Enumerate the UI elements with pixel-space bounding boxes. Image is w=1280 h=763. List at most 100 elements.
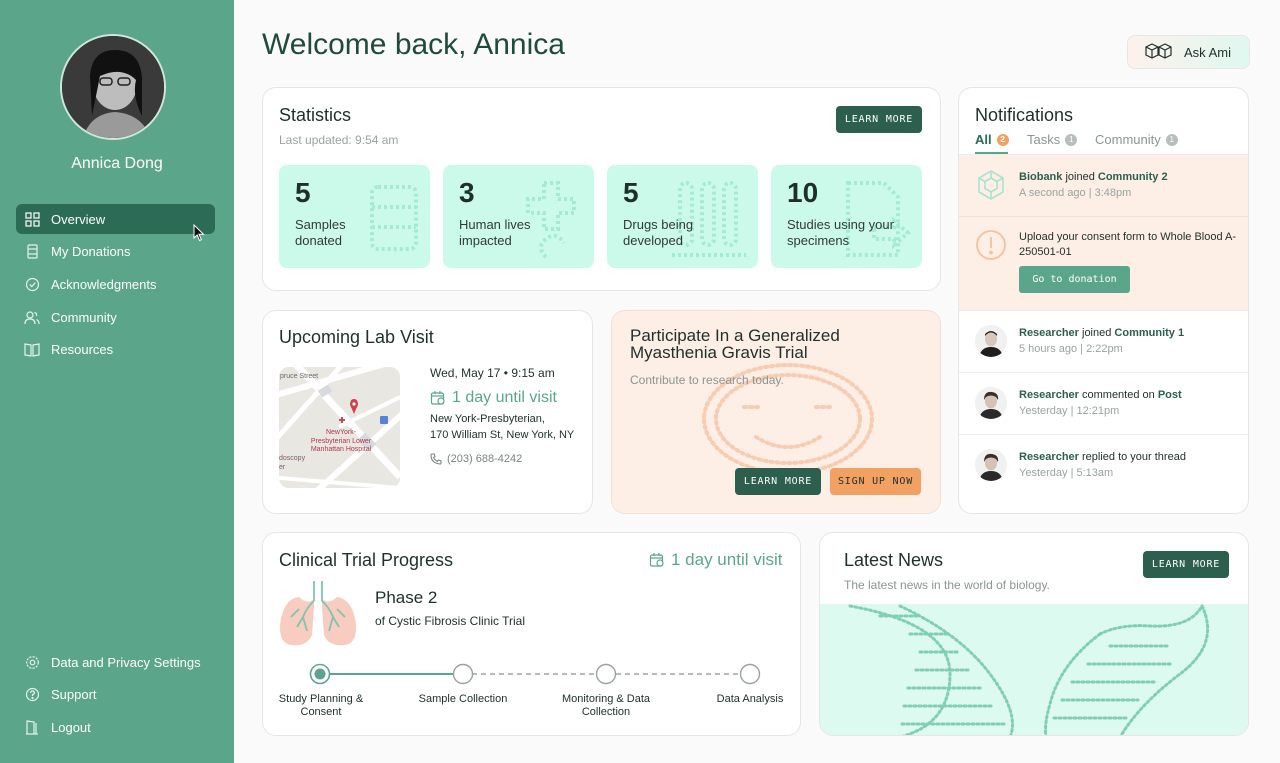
go-to-donation-button[interactable]: Go to donation xyxy=(1019,266,1130,293)
ask-ami-label: Ask Ami xyxy=(1184,44,1231,60)
tab-community[interactable]: Community 1 xyxy=(1095,132,1178,147)
gear-icon xyxy=(24,654,40,670)
statistics-learn-more-button[interactable]: LEARN MORE xyxy=(836,106,922,133)
statistics-updated: Last updated: 9:54 am xyxy=(279,133,399,147)
tab-count: 2 xyxy=(996,133,1009,146)
ask-ami-button[interactable]: Ask Ami xyxy=(1127,35,1250,69)
book-icon xyxy=(24,342,40,358)
notification-text: Upload your consent form to Whole Blood … xyxy=(1019,231,1237,258)
step-label: Study Planning & Consent xyxy=(278,693,364,718)
visit-countdown-text: 1 day until visit xyxy=(452,389,557,406)
nav-item-my-donations[interactable]: My Donations xyxy=(16,237,215,267)
lab-visit-title: Upcoming Lab Visit xyxy=(279,327,434,347)
nav-label: My Donations xyxy=(51,244,131,260)
notification-item[interactable]: Biobank joined Community 2 A second ago … xyxy=(959,154,1248,216)
step-marker-current[interactable] xyxy=(309,663,331,685)
bottom-nav: Data and Privacy Settings Support Logout xyxy=(16,647,215,745)
page-title: Welcome back, Annica xyxy=(262,28,565,61)
tab-tasks[interactable]: Tasks 1 xyxy=(1027,132,1078,147)
step-label: Data Analysis xyxy=(716,693,784,705)
clinical-trial-card: Clinical Trial Progress 1 day until visi… xyxy=(262,532,801,736)
trial-promo-card: Participate In a Generalized Myasthenia … xyxy=(611,310,941,514)
tab-all[interactable]: All 2 xyxy=(975,132,1009,147)
nav-item-acknowledgments[interactable]: Acknowledgments xyxy=(16,269,215,299)
nav-item-data-privacy[interactable]: Data and Privacy Settings xyxy=(16,647,215,677)
nav-label: Data and Privacy Settings xyxy=(51,654,201,670)
notification-item[interactable]: Researcher commented on Post Yesterday |… xyxy=(959,372,1248,434)
nav-item-support[interactable]: Support xyxy=(16,680,215,710)
help-icon xyxy=(24,687,40,703)
alert-icon xyxy=(975,229,1007,266)
map-street-label: pruce Street xyxy=(280,373,319,380)
trial-promo-subtitle: Contribute to research today. xyxy=(630,373,784,387)
visit-location-name: New York-Presbyterian, xyxy=(430,413,545,425)
lab-location-map[interactable]: pruce Street NewYork-Presbyterian Lower … xyxy=(279,367,400,488)
user-avatar[interactable] xyxy=(60,34,166,140)
stat-card-lives: 3 Human lives impacted xyxy=(443,165,594,268)
nav-item-overview[interactable]: Overview xyxy=(16,204,215,234)
stat-label: Human lives impacted xyxy=(459,217,531,248)
nav-item-community[interactable]: Community xyxy=(16,302,215,332)
news-banner[interactable] xyxy=(820,604,1248,735)
clinical-trial-title: Clinical Trial Progress xyxy=(279,550,454,570)
latest-news-card: Latest News The latest news in the world… xyxy=(819,532,1249,736)
visit-countdown: 1 day until visit xyxy=(430,389,557,407)
stat-card-drugs: 5 Drugs being developed xyxy=(607,165,758,268)
step-label: Sample Collection xyxy=(418,693,508,705)
tab-count: 1 xyxy=(1065,133,1078,146)
notification-text: Researcher commented on Post xyxy=(1019,389,1182,401)
trial-progress-track xyxy=(320,673,750,675)
users-icon xyxy=(24,309,40,325)
notification-item[interactable]: Researcher joined Community 1 5 hours ag… xyxy=(959,310,1248,372)
nav-item-logout[interactable]: Logout xyxy=(16,712,215,742)
phone-icon xyxy=(430,453,442,465)
nav-item-resources[interactable]: Resources xyxy=(16,335,215,365)
map-poi-label: doscopy er xyxy=(279,455,306,471)
map-hospital-label: NewYork-Presbyterian Lower Manhattan Hos… xyxy=(310,429,372,453)
lab-visit-card: Upcoming Lab Visit pruce Street NewYork-… xyxy=(262,310,593,514)
notification-item[interactable]: Researcher replied to your thread Yester… xyxy=(959,434,1248,496)
trial-learn-more-button[interactable]: LEARN MORE xyxy=(735,468,821,495)
step-marker[interactable] xyxy=(739,663,761,685)
notification-time: Yesterday | 12:21pm xyxy=(1019,405,1120,417)
visit-phone-text[interactable]: (203) 688-4242 xyxy=(447,453,522,465)
trial-promo-title: Participate In a Generalized Myasthenia … xyxy=(630,326,840,362)
researcher-avatar xyxy=(975,387,1007,419)
stat-card-samples: 5 Samples donated xyxy=(279,165,430,268)
news-title: Latest News xyxy=(844,550,944,570)
step-marker[interactable] xyxy=(595,663,617,685)
stat-value: 5 xyxy=(295,177,311,208)
calendar-icon xyxy=(649,553,664,567)
visit-address: 170 William St, New York, NY xyxy=(430,429,575,441)
notification-text: Biobank joined Community 2 xyxy=(1019,171,1168,183)
visit-phone: (203) 688-4242 xyxy=(430,453,522,465)
cubes-icon xyxy=(1145,43,1172,59)
stat-label: Drugs being developed xyxy=(623,217,694,248)
check-circle-icon xyxy=(24,276,40,292)
step-marker[interactable] xyxy=(452,663,474,685)
nav-label: Resources xyxy=(51,342,114,358)
dna-illustration xyxy=(848,604,1210,735)
logout-icon xyxy=(24,719,40,735)
stat-value: 10 xyxy=(787,177,819,208)
trial-countdown: 1 day until visit xyxy=(649,550,783,570)
tab-label: Tasks xyxy=(1027,132,1061,147)
stat-value: 5 xyxy=(623,177,639,208)
notification-item-task[interactable]: Upload your consent form to Whole Blood … xyxy=(959,216,1248,310)
notifications-card: Notifications All 2 Tasks 1 Community 1 … xyxy=(958,87,1249,514)
news-subtitle: The latest news in the world of biology. xyxy=(844,578,1050,592)
nav-label: Acknowledgments xyxy=(51,276,157,292)
news-learn-more-button[interactable]: LEARN MORE xyxy=(1143,551,1229,578)
trial-countdown-text: 1 day until visit xyxy=(671,550,783,569)
tab-count: 1 xyxy=(1165,133,1178,146)
nav-label: Overview xyxy=(51,211,106,227)
user-name: Annica Dong xyxy=(71,155,163,172)
researcher-avatar xyxy=(975,325,1007,357)
stat-label: Studies using your specimens xyxy=(787,217,894,248)
calendar-icon xyxy=(430,391,445,405)
notification-time: Yesterday | 5:13am xyxy=(1019,467,1114,479)
researcher-avatar xyxy=(975,449,1007,481)
sidebar: Annica Dong Overview My Donations Acknow… xyxy=(0,0,234,763)
trial-sign-up-button[interactable]: SIGN UP NOW xyxy=(830,468,921,495)
notifications-title: Notifications xyxy=(975,105,1074,125)
